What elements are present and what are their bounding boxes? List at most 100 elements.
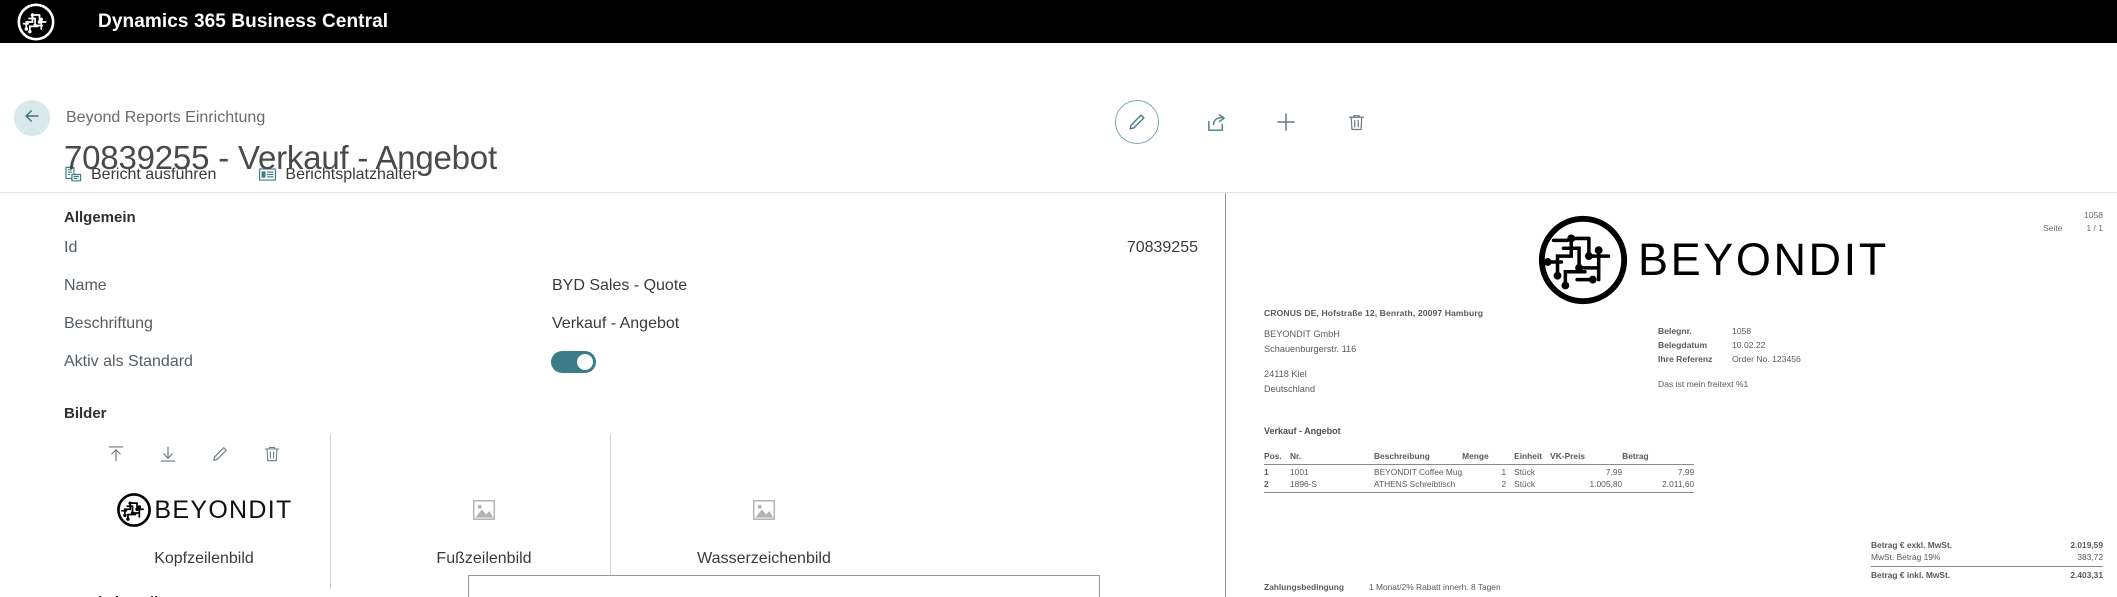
recipient-spacer <box>1264 357 1356 367</box>
payment-value: Banktransit <box>1369 594 1411 597</box>
recipient-line: 24118 Kiel <box>1264 368 1307 379</box>
app-title: Dynamics 365 Business Central <box>98 10 389 32</box>
field-label-beschriftung: Beschriftung <box>64 315 153 332</box>
cell-pos: 1 <box>1264 467 1269 477</box>
image-slot-wasserzeichenbild: Wasserzeichenbild <box>624 434 904 589</box>
beyondit-circuit-logo-icon <box>115 491 153 529</box>
share-icon <box>1205 111 1228 134</box>
cell-einheit: Stück <box>1514 467 1536 477</box>
arrow-left-icon <box>22 106 42 131</box>
cell-vk-preis: 7,99 <box>1605 467 1623 477</box>
meta-label: Belegdatum <box>1658 339 1708 350</box>
image-preview-fusszeilenbild[interactable] <box>344 474 624 546</box>
col-header-menge: Menge <box>1462 451 1507 465</box>
document-totals: Betrag € exkl. MwSt. 2.019,59 MwSt. Betr… <box>1871 539 2103 580</box>
report-document: BEYONDIT 1058 Seite 1 / 1 CRONUS DE, Hof… <box>1226 193 2117 597</box>
image-slot-toolbar <box>624 434 904 474</box>
page-title: 70839255 - Verkauf - Angebot <box>64 139 497 176</box>
table-header-row: Pos. Nr. Beschreibung Menge Einheit VK-P… <box>1264 451 1695 465</box>
delete-button[interactable] <box>1343 109 1369 135</box>
page-count-row: Seite 1 / 1 <box>2043 222 2103 235</box>
pencil-icon <box>1126 111 1148 133</box>
beyondit-circuit-logo-icon <box>14 0 58 44</box>
field-row-id: Id 70839255 <box>64 239 1225 277</box>
image-slot-caption: Kopfzeilenbild <box>154 550 254 567</box>
table-row: 2 1896-S ATHENS Schreibtisch 2 Stück 1.0… <box>1264 477 1694 493</box>
download-arrow-icon[interactable] <box>158 444 178 464</box>
col-header-betrag: Betrag <box>1622 451 1695 465</box>
image-slot-toolbar <box>344 434 624 474</box>
cell-vk-preis: 1.005,80 <box>1589 479 1623 489</box>
beyondit-circuit-logo-icon <box>1534 211 1632 309</box>
field-row-name: Name BYD Sales - Quote <box>64 277 1225 315</box>
cell-betrag: 2.011,60 <box>1662 479 1695 489</box>
print-settings-input[interactable] <box>468 575 1100 597</box>
image-placeholder-icon <box>751 497 777 523</box>
meta-label: Belegnr. <box>1658 326 1692 336</box>
meta-row: Belegdatum 10.02.22 <box>1658 339 1801 353</box>
breadcrumb[interactable]: Beyond Reports Einrichtung <box>66 109 265 127</box>
page-header: Beyond Reports Einrichtung 70839255 - Ve… <box>0 43 2117 176</box>
image-slot-kopfzeilenbild: BEYONDIT Kopfzeilenbild <box>64 434 344 589</box>
field-value-beschriftung[interactable]: Verkauf - Angebot <box>552 315 679 333</box>
app-top-bar: Dynamics 365 Business Central <box>0 0 2117 43</box>
image-slot-caption: Fußzeilenbild <box>436 550 532 567</box>
col-header-vk-preis: VK-Preis <box>1550 451 1623 465</box>
document-page-info: 1058 Seite 1 / 1 <box>2043 209 2103 235</box>
image-preview-kopfzeilenbild[interactable]: BEYONDIT <box>64 474 344 546</box>
meta-value: 10.02.22 <box>1732 339 1766 350</box>
field-label-name: Name <box>64 277 107 294</box>
new-button[interactable] <box>1273 109 1299 135</box>
beyondit-wordmark: BEYONDIT <box>154 495 293 524</box>
page-label: Seite <box>2043 222 2063 233</box>
image-slot-fusszeilenbild: Fußzeilenbild <box>344 434 624 589</box>
upload-arrow-icon[interactable] <box>106 444 126 464</box>
pencil-icon[interactable] <box>210 444 230 464</box>
beyondit-logo: BEYONDIT <box>115 491 292 529</box>
col-header-einheit: Einheit <box>1506 451 1551 465</box>
image-placeholder-icon <box>471 497 497 523</box>
payment-value: 1 Monat/2% Rabatt innerh. 8 Tagen <box>1369 582 1501 592</box>
field-label-aktiv-als-standard: Aktiv als Standard <box>64 353 193 370</box>
table-body: 1 1001 BEYONDIT Coffee Mug 1 Stück 7,99 … <box>1264 465 1695 493</box>
page-value: 1 / 1 <box>2086 222 2103 233</box>
document-logo-wordmark: BEYONDIT <box>1638 234 1889 285</box>
document-logo: BEYONDIT <box>1534 211 1889 309</box>
image-slots-strip: BEYONDIT Kopfzeilenbild Fußzeilenbild Wa… <box>64 434 1225 589</box>
report-preview-panel[interactable]: BEYONDIT 1058 Seite 1 / 1 CRONUS DE, Hof… <box>1226 193 2117 597</box>
grand-total-label: Betrag € inkl. MwSt. <box>1871 570 1951 580</box>
toggle-knob <box>577 354 593 370</box>
recipient-line: BEYONDIT GmbH <box>1264 329 1340 339</box>
image-preview-wasserzeichenbild[interactable] <box>624 474 904 546</box>
meta-value: Order No. 123456 <box>1732 353 1801 364</box>
field-row-beschriftung: Beschriftung Verkauf - Angebot <box>64 315 1225 353</box>
share-button[interactable] <box>1203 109 1229 135</box>
field-value-name[interactable]: BYD Sales - Quote <box>552 277 687 295</box>
field-label-id: Id <box>64 239 78 256</box>
cell-pos: 2 <box>1264 479 1269 489</box>
image-slot-caption: Wasserzeichenbild <box>697 550 831 567</box>
sender-address-line: CRONUS DE, Hofstraße 12, Benrath, 20097 … <box>1264 308 1484 318</box>
col-header-nr: Nr. <box>1290 451 1374 465</box>
col-header-pos: Pos. <box>1264 451 1290 465</box>
toggle-aktiv-als-standard[interactable] <box>551 351 596 373</box>
section-title-bilder: Bilder <box>64 405 107 422</box>
document-subject: Verkauf - Angebot <box>1264 426 1341 436</box>
table-row: 1 1001 BEYONDIT Coffee Mug 1 Stück 7,99 … <box>1264 465 1695 477</box>
cell-menge: 2 <box>1501 479 1507 489</box>
col-header-beschreibung: Beschreibung <box>1374 451 1463 465</box>
total-label: Betrag € exkl. MwSt. <box>1871 540 1952 550</box>
field-value-id: 70839255 <box>1126 239 1198 256</box>
edit-button[interactable] <box>1115 100 1159 144</box>
cell-beschreibung: BEYONDIT Coffee Mug <box>1374 467 1463 477</box>
back-button[interactable] <box>14 100 50 136</box>
page-action-bar <box>1115 100 1369 144</box>
trash-icon[interactable] <box>262 444 282 464</box>
cell-betrag: 7,99 <box>1677 467 1695 477</box>
payment-row: Zahlungsbedingung 1 Monat/2% Rabatt inne… <box>1264 581 1501 594</box>
field-row-aktiv-als-standard: Aktiv als Standard <box>64 351 1225 391</box>
meta-value: 1058 <box>1732 326 1752 336</box>
image-slot-toolbar <box>64 434 344 474</box>
section-title-allgemein: Allgemein <box>64 209 136 226</box>
total-value: 2.019,59 <box>2070 540 2103 550</box>
